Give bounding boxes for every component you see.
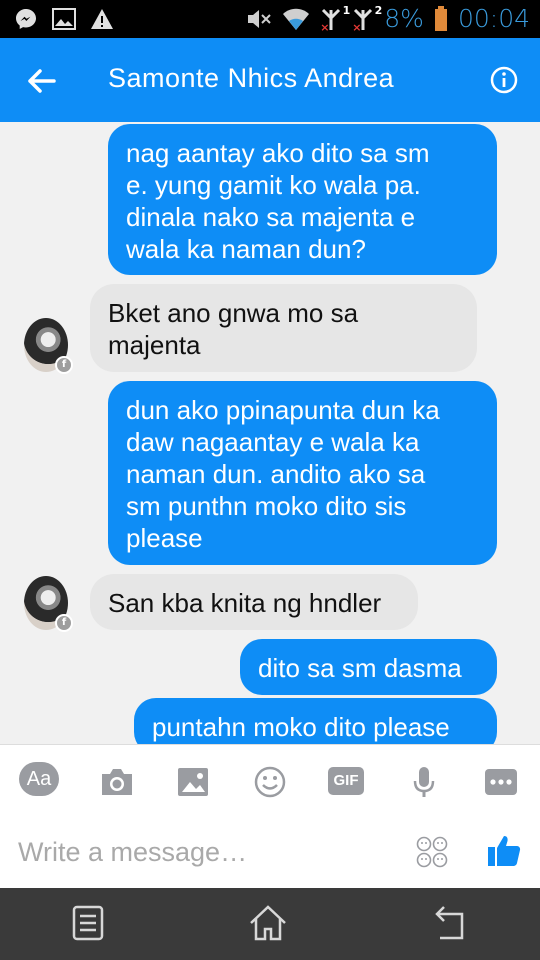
text-format-button[interactable]: Aa	[19, 762, 59, 796]
clock: 00:04	[457, 4, 530, 33]
message-input[interactable]	[18, 832, 378, 872]
facebook-badge-icon: f	[55, 356, 73, 374]
back-arrow-icon[interactable]	[24, 64, 58, 98]
facebook-badge-icon: f	[55, 614, 73, 632]
outgoing-message[interactable]: nag aantay ako dito sa sm e. yung gamit …	[108, 124, 497, 275]
incoming-message[interactable]: Bket ano gnwa mo sa majenta	[90, 284, 477, 372]
menu-icon[interactable]	[68, 902, 108, 944]
message-thread[interactable]: nag aantay ako dito sa sm e. yung gamit …	[0, 122, 540, 744]
battery-icon	[434, 5, 447, 31]
outgoing-message[interactable]: dito sa sm dasma	[240, 639, 497, 695]
gallery-icon	[52, 8, 76, 30]
contact-name[interactable]: Samonte Nhics Andrea	[108, 63, 394, 94]
incoming-message[interactable]: San kba knita ng hndler	[90, 574, 418, 630]
photo-gallery-icon[interactable]	[174, 765, 212, 799]
back-nav-icon[interactable]	[430, 902, 470, 944]
battery-percent: 8%	[384, 4, 424, 33]
mute-icon	[248, 9, 271, 28]
system-navigation-bar	[0, 888, 540, 960]
conversation-header: Samonte Nhics Andrea	[0, 38, 540, 122]
emoji-icon[interactable]	[251, 765, 289, 799]
outgoing-message[interactable]: dun ako ppinapunta dun ka daw nagaantay …	[108, 381, 497, 565]
signal-icon-sim1: 1 ×	[320, 3, 351, 34]
stickers-icon[interactable]	[416, 836, 448, 868]
signal-icon-sim2: 2 ×	[352, 3, 383, 34]
composer-toolbar: GIF	[0, 744, 540, 817]
messenger-icon	[16, 9, 36, 29]
status-bar: 1 × 2 × 8% 00:04	[0, 0, 540, 38]
warning-icon	[91, 9, 113, 29]
composer	[0, 816, 540, 888]
outgoing-message[interactable]: puntahn moko dito please	[134, 698, 497, 744]
home-icon[interactable]	[248, 902, 288, 944]
info-icon[interactable]	[490, 66, 518, 94]
wifi-icon	[283, 8, 310, 30]
more-options-icon[interactable]	[482, 765, 520, 799]
camera-icon[interactable]	[98, 765, 136, 799]
gif-button[interactable]: GIF	[328, 767, 364, 795]
microphone-icon[interactable]	[405, 765, 443, 799]
like-thumb-icon[interactable]	[486, 832, 522, 868]
